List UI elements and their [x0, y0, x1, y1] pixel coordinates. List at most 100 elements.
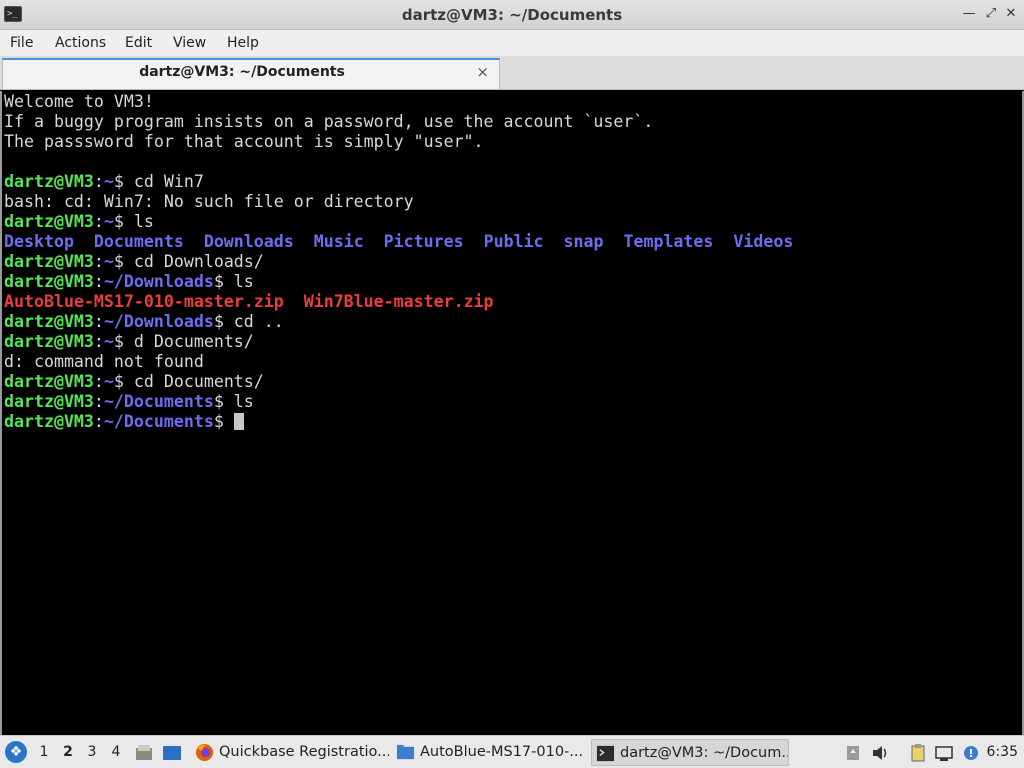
tab-close-icon[interactable]: × [476, 63, 489, 81]
minimize-button[interactable]: — [962, 7, 976, 21]
terminal-text: snap [563, 232, 604, 251]
menu-view[interactable]: View [173, 30, 206, 56]
terminal-line: dartz@VM3:~/Downloads$ cd .. [4, 312, 793, 332]
terminal-text: ~ [103, 372, 114, 391]
menu-help[interactable]: Help [227, 30, 259, 56]
terminal-text: bash: cd: Win7: No such file or director… [4, 192, 414, 211]
terminal-text: $ cd Downloads/ [113, 252, 264, 271]
terminal-text: $ [213, 412, 234, 431]
terminal-text: Welcome to VM3! [4, 92, 154, 111]
taskbar: ❖ 1 2 3 4 Quickbase Registratio... AutoB… [0, 735, 1024, 768]
close-button[interactable]: ✕ [1004, 7, 1018, 21]
clipboard-icon[interactable] [908, 743, 928, 763]
terminal-text: dartz@VM3 [4, 372, 94, 391]
terminal-line: Welcome to VM3! [4, 92, 793, 112]
terminal-text: : [93, 412, 104, 431]
terminal-text: dartz@VM3 [4, 172, 94, 191]
terminal-text: d: command not found [4, 352, 204, 371]
terminal-icon [596, 745, 615, 762]
maximize-button[interactable]: ⤢ [984, 7, 998, 21]
desktop-launcher-icon[interactable] [162, 743, 182, 763]
menu-file[interactable]: File [10, 30, 33, 56]
folder-icon [396, 744, 415, 760]
terminal-text: dartz@VM3 [4, 252, 94, 271]
workspace-3[interactable]: 3 [81, 736, 103, 768]
terminal-text: : [93, 332, 104, 351]
firefox-icon [195, 743, 214, 762]
task-folder[interactable]: AutoBlue-MS17-010-... [392, 739, 588, 766]
terminal-line: dartz@VM3:~/Documents$ [4, 412, 793, 432]
workspace-2[interactable]: 2 [57, 736, 79, 768]
terminal-text: : [93, 212, 104, 231]
terminal-text: dartz@VM3 [4, 212, 94, 231]
notification-icon[interactable] [961, 743, 981, 763]
terminal-line: dartz@VM3:~$ cd Downloads/ [4, 252, 793, 272]
terminal-text: $ d Documents/ [113, 332, 254, 351]
terminal-text: $ cd Documents/ [113, 372, 264, 391]
tab-bar: dartz@VM3: ~/Documents × [0, 56, 1024, 90]
clock[interactable]: 6:35 [987, 736, 1018, 768]
tab-terminal[interactable]: dartz@VM3: ~/Documents × [2, 58, 500, 89]
file-manager-launcher-icon[interactable] [134, 743, 154, 763]
task-label: dartz@VM3: ~/Docum... [620, 745, 789, 761]
volume-icon[interactable] [870, 743, 890, 763]
terminal-text: AutoBlue-MS17-010-master.zip [4, 292, 284, 311]
terminal-text: : [93, 172, 104, 191]
terminal-line: d: command not found [4, 352, 793, 372]
terminal-text: ~ [103, 212, 114, 231]
terminal-text: ~/Downloads [103, 312, 214, 331]
window-titlebar[interactable]: >_ dartz@VM3: ~/Documents — ⤢ ✕ [0, 0, 1024, 30]
terminal-line: If a buggy program insists on a password… [4, 112, 793, 132]
terminal-view[interactable]: Welcome to VM3! If a buggy program insist… [0, 91, 1024, 735]
menu-edit[interactable]: Edit [125, 30, 152, 56]
terminal-line: bash: cd: Win7: No such file or director… [4, 192, 793, 212]
terminal-text: If a buggy program insists on a password… [4, 112, 654, 131]
menu-actions[interactable]: Actions [55, 30, 106, 56]
terminal-output: Welcome to VM3! If a buggy program insist… [4, 92, 793, 432]
update-icon[interactable] [843, 743, 863, 763]
terminal-line: AutoBlue-MS17-010-master.zip Win7Blue-ma… [4, 292, 793, 312]
task-firefox[interactable]: Quickbase Registratio... [191, 739, 389, 766]
start-menu-icon[interactable]: ❖ [5, 741, 27, 763]
terminal-text: $ cd Win7 [113, 172, 204, 191]
tab-label: dartz@VM3: ~/Documents [139, 64, 345, 80]
terminal-text: Downloads [203, 232, 294, 251]
terminal-text: ~/Documents [103, 392, 214, 411]
terminal-line: dartz@VM3:~/Downloads$ ls [4, 272, 793, 292]
menu-bar: File Actions Edit View Help [0, 30, 1024, 56]
terminal-text: Videos [733, 232, 794, 251]
terminal-text: ~ [103, 172, 114, 191]
terminal-cursor [233, 413, 244, 430]
terminal-text: The passsword for that account is simply… [4, 132, 484, 151]
terminal-text: dartz@VM3 [4, 392, 94, 411]
network-icon[interactable] [934, 743, 954, 763]
terminal-text: : [93, 312, 104, 331]
terminal-text: ~ [103, 252, 114, 271]
terminal-text: Documents [93, 232, 184, 251]
terminal-text: dartz@VM3 [4, 312, 94, 331]
terminal-text: Pictures [383, 232, 464, 251]
workspace-1[interactable]: 1 [33, 736, 55, 768]
terminal-line: The passsword for that account is simply… [4, 132, 793, 152]
terminal-line: dartz@VM3:~/Documents$ ls [4, 392, 793, 412]
terminal-text: $ ls [213, 392, 254, 411]
terminal-text: dartz@VM3 [4, 412, 94, 431]
terminal-text: Music [313, 232, 364, 251]
terminal-text: : [93, 372, 104, 391]
terminal-line: dartz@VM3:~$ ls [4, 212, 793, 232]
terminal-text: ~ [103, 332, 114, 351]
terminal-text: Win7Blue-master.zip [303, 292, 494, 311]
terminal-text: dartz@VM3 [4, 332, 94, 351]
terminal-text: Public [483, 232, 544, 251]
workspace-4[interactable]: 4 [105, 736, 127, 768]
terminal-text: $ ls [213, 272, 254, 291]
task-terminal[interactable]: dartz@VM3: ~/Docum... [591, 739, 789, 766]
terminal-text: : [93, 252, 104, 271]
